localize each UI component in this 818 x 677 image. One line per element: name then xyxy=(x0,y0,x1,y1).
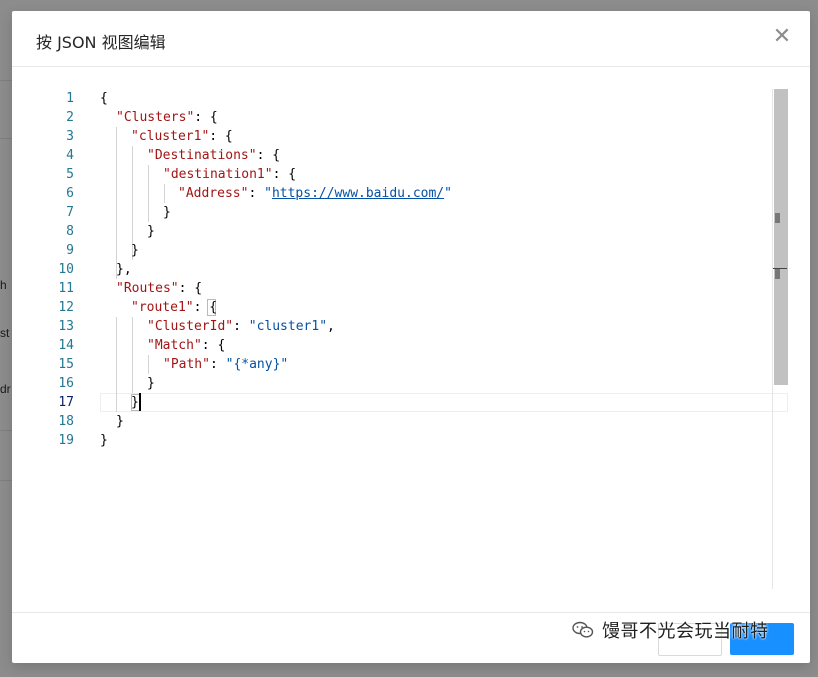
code-line: } xyxy=(131,395,139,410)
modal-title: 按 JSON 视图编辑 xyxy=(36,33,166,52)
line-number: 19 xyxy=(58,433,74,448)
line-number: 18 xyxy=(58,414,74,429)
code-line: "cluster1": { xyxy=(131,129,233,144)
code-line: } xyxy=(100,433,108,448)
modal-header: 按 JSON 视图编辑 ✕ xyxy=(12,11,810,67)
code-line: "route1": { xyxy=(131,300,218,315)
line-number: 3 xyxy=(66,129,74,144)
indent-guide xyxy=(148,355,149,374)
line-number: 16 xyxy=(58,376,74,391)
code-line: } xyxy=(163,205,171,220)
code-line: "ClusterId": "cluster1", xyxy=(147,319,335,334)
code-line: "Destinations": { xyxy=(147,148,281,163)
code-line: "destination1": { xyxy=(163,167,297,182)
line-number: 2 xyxy=(66,110,74,125)
watermark: 馒哥不光会玩当耐特 xyxy=(572,617,769,643)
indent-guide xyxy=(132,317,133,393)
indent-guide xyxy=(148,165,149,222)
line-number: 15 xyxy=(58,357,74,372)
code-line: }, xyxy=(116,262,132,277)
line-number: 13 xyxy=(58,319,74,334)
json-editor-modal: 按 JSON 视图编辑 ✕ 1 2 3 4 5 6 7 8 9 10 11 12… xyxy=(12,11,810,663)
code-line: { xyxy=(100,91,108,106)
indent-guide xyxy=(116,317,117,412)
code-line: } xyxy=(147,224,155,239)
code-area[interactable]: { "Clusters": { "cluster1": { "Destinati… xyxy=(100,89,788,589)
line-number: 1 xyxy=(66,91,74,106)
code-line: } xyxy=(116,414,124,429)
watermark-text: 馒哥不光会玩当耐特 xyxy=(602,621,769,642)
line-number: 7 xyxy=(66,205,74,220)
line-number: 9 xyxy=(66,243,74,258)
address-url-link[interactable]: https://www.baidu.com/ xyxy=(272,186,444,201)
code-line: "Address": "https://www.baidu.com/" xyxy=(178,186,452,201)
scrollbar-thumb[interactable] xyxy=(774,89,788,385)
line-number: 10 xyxy=(58,262,74,277)
code-line: } xyxy=(131,243,139,258)
indent-guide xyxy=(116,127,117,279)
code-line: "Clusters": { xyxy=(116,110,218,125)
text-cursor xyxy=(139,393,141,411)
line-number: 12 xyxy=(58,300,74,315)
code-line: } xyxy=(147,376,155,391)
editor-scrollbar[interactable] xyxy=(772,89,788,589)
code-line: "Path": "{*any}" xyxy=(163,357,289,372)
json-code-editor[interactable]: 1 2 3 4 5 6 7 8 9 10 11 12 13 14 15 16 1… xyxy=(58,89,788,589)
indent-guide xyxy=(164,184,165,203)
line-number: 5 xyxy=(66,167,74,182)
line-number: 14 xyxy=(58,338,74,353)
code-line: "Routes": { xyxy=(116,281,203,296)
close-icon[interactable]: ✕ xyxy=(770,25,794,49)
code-line: "Match": { xyxy=(147,338,226,353)
wechat-icon xyxy=(572,621,594,639)
line-number: 6 xyxy=(66,186,74,201)
line-number: 11 xyxy=(58,281,74,296)
line-number: 8 xyxy=(66,224,74,239)
overview-ruler-mark xyxy=(775,269,780,279)
overview-ruler-mark xyxy=(775,213,780,223)
line-number-active: 17 xyxy=(58,395,74,410)
line-number: 4 xyxy=(66,148,74,163)
